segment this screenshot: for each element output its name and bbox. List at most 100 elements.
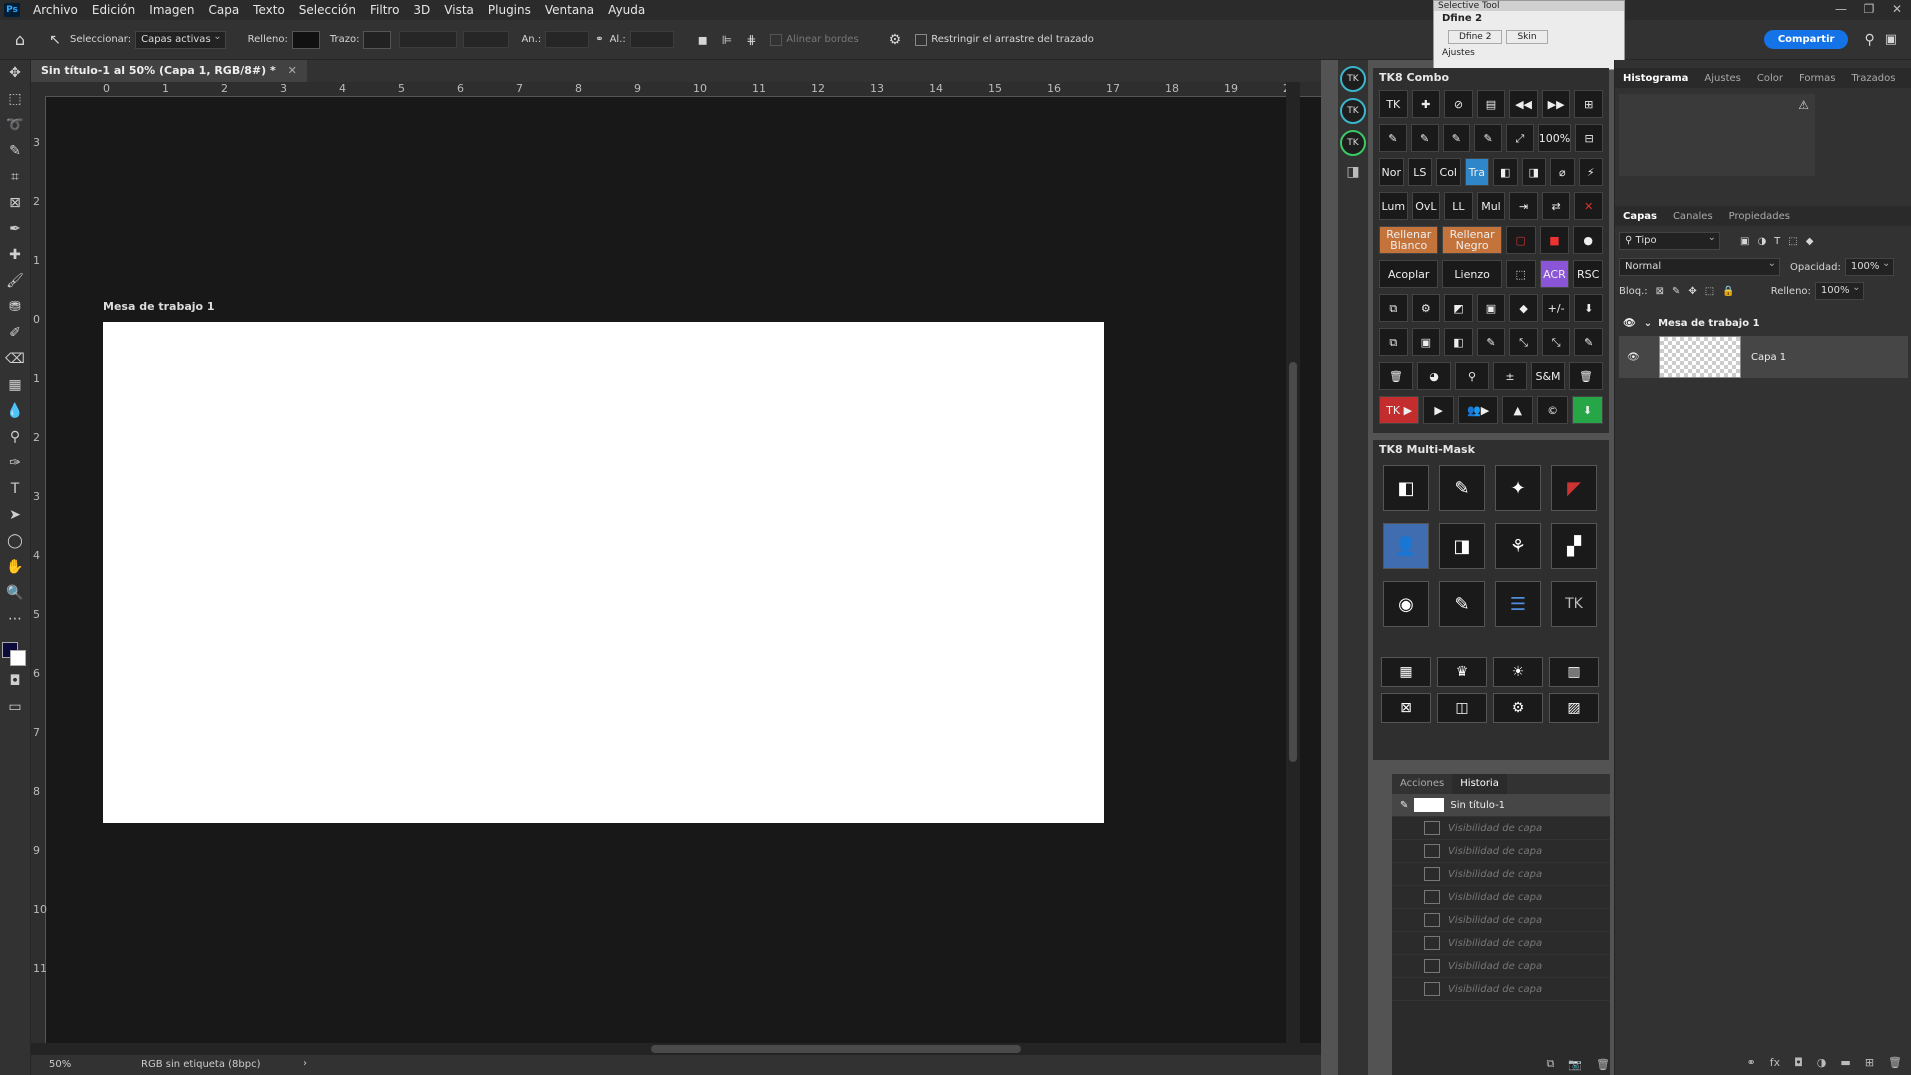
- tk8-button[interactable]: TK: [1379, 90, 1408, 118]
- photoshop-logo-icon[interactable]: Ps: [4, 3, 20, 17]
- trash-icon[interactable]: 🗑: [1888, 1056, 1902, 1069]
- tk8-button[interactable]: ▶▶: [1541, 90, 1571, 118]
- tk8-button[interactable]: OvL: [1411, 192, 1441, 220]
- zoom-level[interactable]: 50%: [49, 1059, 71, 1070]
- share-button[interactable]: Compartir: [1763, 30, 1849, 49]
- height-field[interactable]: [629, 31, 674, 48]
- selective-tool-item[interactable]: Dfine 2: [1434, 11, 1624, 26]
- path-ops-icon[interactable]: ◼: [698, 33, 708, 47]
- type-tool-icon[interactable]: T: [0, 476, 30, 502]
- tk8-button[interactable]: ⚙: [1411, 294, 1441, 322]
- mask-icon[interactable]: ◘: [1794, 1056, 1803, 1069]
- stamp-tool-icon[interactable]: ⛃: [0, 294, 30, 320]
- tk8-button[interactable]: ⇥: [1509, 192, 1538, 220]
- tab-trazados[interactable]: Trazados: [1844, 73, 1904, 84]
- horizontal-scrollbar[interactable]: [31, 1043, 1321, 1055]
- history-brush-tool-icon[interactable]: ✐: [0, 320, 30, 346]
- close-button[interactable]: ✕: [1883, 0, 1911, 20]
- tk8-button[interactable]: ⤡: [1541, 328, 1571, 356]
- tk8-button[interactable]: Mul: [1476, 192, 1506, 220]
- brush-tool-icon[interactable]: 🖌: [0, 268, 30, 294]
- eye-icon[interactable]: 👁: [1627, 352, 1640, 363]
- layer-filter-dropdown[interactable]: ⚲ Tipo: [1619, 230, 1720, 250]
- tk8-button[interactable]: ⌀: [1550, 158, 1575, 186]
- history-state[interactable]: Visibilidad de capa: [1392, 840, 1610, 863]
- tk8-button[interactable]: ⚡: [1578, 158, 1603, 186]
- screen-mode-icon[interactable]: ▭: [0, 694, 30, 720]
- tk8-button[interactable]: Col: [1436, 158, 1461, 186]
- mask-button[interactable]: ▨: [1549, 693, 1599, 723]
- play-icon[interactable]: ▶: [1423, 396, 1455, 424]
- tk8-button[interactable]: 100%: [1537, 124, 1572, 152]
- history-state[interactable]: Visibilidad de capa: [1392, 932, 1610, 955]
- selective-tool-settings[interactable]: Ajustes: [1434, 48, 1624, 58]
- tk8-button[interactable]: ◆: [1509, 294, 1538, 322]
- triangle-icon[interactable]: ▲: [1502, 396, 1534, 424]
- tk8-button[interactable]: ✕: [1574, 192, 1603, 220]
- align-edges-checkbox[interactable]: [770, 33, 783, 46]
- canvas-area[interactable]: 01234567891011121314151617181920 3210123…: [31, 82, 1321, 1055]
- selective-tool-skin[interactable]: Skin: [1506, 30, 1548, 44]
- select-dropdown[interactable]: Capas activas: [135, 29, 226, 49]
- tk8-button[interactable]: ✎: [1442, 124, 1471, 152]
- tab-acciones[interactable]: Acciones: [1392, 774, 1452, 794]
- tk8-button[interactable]: ±: [1493, 362, 1527, 390]
- tk8-button[interactable]: ◀◀: [1509, 90, 1538, 118]
- warning-icon[interactable]: ⚠: [1798, 98, 1809, 112]
- tk8-button[interactable]: ◨: [1521, 158, 1546, 186]
- search-icon[interactable]: ⚲: [1864, 32, 1874, 48]
- history-state[interactable]: Visibilidad de capa: [1392, 955, 1610, 978]
- link-icon[interactable]: ⚭: [1746, 1056, 1755, 1069]
- acr-button[interactable]: ACR: [1539, 260, 1570, 288]
- tab-color[interactable]: Color: [1749, 73, 1791, 84]
- tk8-button[interactable]: ◕: [1417, 362, 1451, 390]
- gear-icon[interactable]: ⚙: [889, 32, 902, 48]
- tk8-button[interactable]: ⚲: [1455, 362, 1489, 390]
- stroke-type-dropdown[interactable]: [463, 31, 510, 48]
- history-state[interactable]: Visibilidad de capa: [1392, 886, 1610, 909]
- tk8-button[interactable]: ⬇: [1574, 294, 1603, 322]
- mask-button[interactable]: ♛: [1437, 657, 1487, 687]
- pen-tool-icon[interactable]: ✑: [0, 450, 30, 476]
- download-icon[interactable]: ⬇: [1572, 396, 1603, 424]
- tk8-button[interactable]: ⬚: [1505, 260, 1536, 288]
- tk8-button[interactable]: ◩: [1444, 294, 1473, 322]
- history-state[interactable]: Visibilidad de capa: [1392, 978, 1610, 1001]
- path-selection-tool-icon[interactable]: ➤: [0, 502, 30, 528]
- trash-icon[interactable]: 🗑: [1569, 362, 1603, 390]
- layer-row[interactable]: 👁 Capa 1: [1619, 336, 1908, 378]
- filter-icons[interactable]: ▣◑T⬚◆: [1740, 236, 1821, 247]
- mask-button[interactable]: ◧: [1383, 465, 1429, 511]
- mask-button[interactable]: ✎: [1439, 581, 1485, 627]
- tk8-button[interactable]: ▣: [1476, 294, 1506, 322]
- layer-group-row[interactable]: 👁 ⌄ Mesa de trabajo 1: [1615, 312, 1911, 334]
- new-layer-icon[interactable]: ⊞: [1865, 1056, 1874, 1069]
- background-color[interactable]: [10, 650, 26, 666]
- mask-button[interactable]: ✦: [1495, 465, 1541, 511]
- menu-imagen[interactable]: Imagen: [142, 3, 201, 17]
- mask-button[interactable]: ▥: [1549, 657, 1599, 687]
- tab-canales[interactable]: Canales: [1665, 211, 1721, 222]
- vertical-scrollbar[interactable]: [1286, 82, 1300, 1055]
- mask-button[interactable]: ✎: [1439, 465, 1485, 511]
- link-icon[interactable]: ⚭: [595, 34, 603, 45]
- mask-button[interactable]: ▦: [1381, 657, 1431, 687]
- vertical-scroll-thumb[interactable]: [1289, 362, 1297, 762]
- tk8-button[interactable]: ⤢: [1506, 124, 1534, 152]
- tk8-button[interactable]: ⧉: [1379, 294, 1408, 322]
- tk8-button[interactable]: ◧: [1444, 328, 1473, 356]
- tk8-button[interactable]: ■: [1539, 226, 1570, 254]
- mask-button[interactable]: ◤: [1551, 465, 1597, 511]
- tab-ajustes[interactable]: Ajustes: [1696, 73, 1748, 84]
- menu-ventana[interactable]: Ventana: [538, 3, 601, 17]
- menu-edicion[interactable]: Edición: [85, 3, 142, 17]
- tk-play-button[interactable]: TK ▶: [1379, 396, 1420, 424]
- fill-white-button[interactable]: Rellenar Blanco: [1379, 226, 1439, 254]
- path-align-icon[interactable]: ⊫: [722, 33, 732, 47]
- healing-tool-icon[interactable]: ✚: [0, 242, 30, 268]
- tab-historia[interactable]: Historia: [1452, 774, 1507, 794]
- status-arrow-icon[interactable]: ›: [303, 1058, 307, 1069]
- history-state[interactable]: Visibilidad de capa: [1392, 863, 1610, 886]
- lasso-tool-icon[interactable]: ➰: [0, 112, 30, 138]
- hand-tool-icon[interactable]: ✋: [0, 554, 30, 580]
